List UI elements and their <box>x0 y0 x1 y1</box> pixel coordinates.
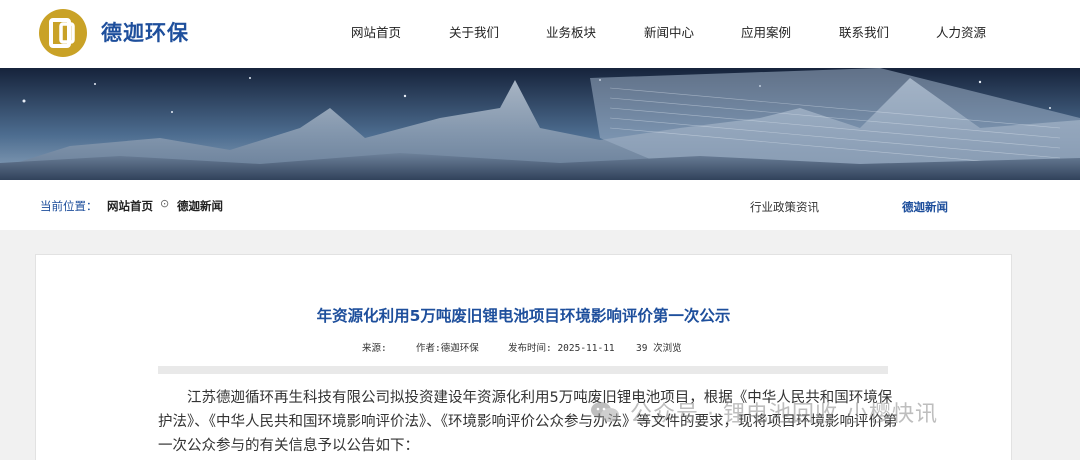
breadcrumb-label: 当前位置： <box>40 199 98 213</box>
breadcrumb-home-link[interactable]: 网站首页 <box>107 198 153 214</box>
breadcrumb-current-link[interactable]: 德迦新闻 <box>177 198 223 214</box>
article-author: 作者:德迦环保 <box>416 343 479 354</box>
subnav-item-policy[interactable]: 行业政策资讯 <box>750 199 819 215</box>
nav-item-home[interactable]: 网站首页 <box>351 22 401 41</box>
article-title: 年资源化利用5万吨废旧锂电池项目环境影响评价第一次公示 <box>316 307 731 325</box>
article-body: 江苏德迦循环再生科技有限公司拟投资建设年资源化利用5万吨废旧锂电池项目，根据《中… <box>158 386 898 458</box>
breadcrumb-bar: 当前位置： 网站首页 ⊙ 德迦新闻 行业政策资讯 德迦新闻 <box>0 180 1080 230</box>
nav-item-about[interactable]: 关于我们 <box>449 22 499 41</box>
nav-item-news[interactable]: 新闻中心 <box>644 22 694 41</box>
article-view-count: 39 次浏览 <box>636 343 682 354</box>
nav-item-hr[interactable]: 人力资源 <box>936 22 986 41</box>
nav-item-contact[interactable]: 联系我们 <box>839 22 889 41</box>
subnav-item-company-news[interactable]: 德迦新闻 <box>902 199 948 215</box>
meta-divider <box>158 366 888 374</box>
main-nav: 网站首页 关于我们 业务板块 新闻中心 应用案例 联系我们 人力资源 <box>340 22 1000 44</box>
nav-item-cases[interactable]: 应用案例 <box>741 22 791 41</box>
article-card: 年资源化利用5万吨废旧锂电池项目环境影响评价第一次公示 来源: 作者:德迦环保 … <box>35 254 1012 460</box>
hero-banner <box>0 68 1080 180</box>
dj-logo-icon[interactable] <box>36 8 90 58</box>
breadcrumb-separator-icon: ⊙ <box>160 197 170 210</box>
article-paragraph: 江苏德迦循环再生科技有限公司拟投资建设年资源化利用5万吨废旧锂电池项目，根据《中… <box>158 390 898 454</box>
article-source: 来源: <box>362 343 387 354</box>
article-publish-time: 发布时间: 2025-11-11 <box>508 343 615 354</box>
brand-name[interactable]: 德迦环保 <box>101 17 189 47</box>
site-header: 德迦环保 网站首页 关于我们 业务板块 新闻中心 应用案例 联系我们 人力资源 <box>0 0 1080 68</box>
nav-item-business[interactable]: 业务板块 <box>546 22 596 41</box>
